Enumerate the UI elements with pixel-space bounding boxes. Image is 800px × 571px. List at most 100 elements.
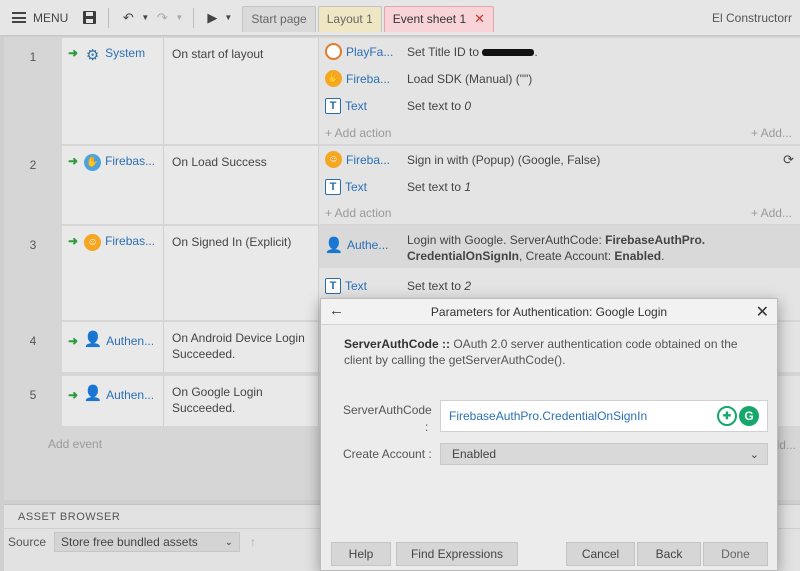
tab-label: Layout 1 (326, 12, 373, 26)
action-row[interactable]: T Text Set text to 1 (319, 173, 800, 200)
tab-label: Event sheet 1 (392, 12, 467, 26)
add-action-link[interactable]: + Add action (325, 126, 391, 140)
done-button[interactable]: Done (703, 542, 768, 566)
arrow-up-icon[interactable]: ↑ (250, 535, 256, 549)
event-number: 5 (29, 388, 37, 402)
action-text: Set Title ID to (407, 44, 483, 59)
add-action-link[interactable]: + Add action (325, 206, 391, 220)
add-more-link[interactable]: + Add... (751, 206, 792, 220)
lightbulb-icon[interactable]: ✚ (717, 406, 737, 426)
save-icon (82, 11, 96, 24)
play-icon: ▶ (207, 9, 218, 25)
server-auth-code-colon: : (425, 420, 429, 434)
back-button[interactable]: Back (637, 542, 701, 566)
project-name: El Constructorr (711, 11, 792, 25)
condition-text[interactable]: On Google Login Succeeded. (164, 376, 318, 426)
action-row[interactable]: ✋ Fireba... Load SDK (Manual) ("") (319, 65, 800, 92)
add-event-link[interactable]: Add event (48, 437, 102, 451)
redo-dropdown[interactable]: ▼ (173, 0, 185, 36)
action-row[interactable]: T Text Set text to 2 (319, 272, 800, 299)
redo-button[interactable]: ↷ (151, 0, 173, 36)
action-text: Load SDK (Manual) ("") (407, 71, 533, 86)
condition-object[interactable]: ➜ 👤 Authen... (62, 322, 164, 372)
event-row-2[interactable]: 2 ➜ ✋ Firebas... On Load Success ☺ Fireba… (4, 146, 800, 224)
action-row[interactable]: PlayFa... Set Title ID to . (319, 38, 800, 65)
action-value: 2 (464, 278, 472, 293)
action-text: Set text to (407, 179, 465, 194)
action-text: Set text to (407, 278, 465, 293)
condition-text[interactable]: On Load Success (164, 146, 318, 224)
condition-object-name: Authen... (106, 334, 155, 348)
condition-object[interactable]: ➜ ✋ Firebas... (62, 146, 164, 224)
add-more-link[interactable]: + Add... (751, 126, 792, 140)
parameters-dialog: ← Parameters for Authentication: Google … (320, 298, 778, 571)
tab-layout-1[interactable]: Layout 1 (317, 5, 382, 32)
source-label: Source (8, 535, 47, 549)
condition-object[interactable]: ➜ ☺ Firebas... (62, 226, 164, 320)
preview-dropdown[interactable]: ▼ (222, 0, 234, 36)
person-lock-icon: 👤 (324, 237, 344, 254)
action-row[interactable]: 👤 Authe... Login with Google. ServerAuthC… (319, 226, 800, 268)
actions-column: PlayFa... Set Title ID to . ✋ Fireba... L… (318, 38, 800, 144)
condition-text[interactable]: On start of layout (164, 38, 318, 144)
server-auth-code-value: FirebaseAuthPro.CredentialOnSignIn (449, 409, 648, 423)
action-row[interactable]: T Text Set text to 0 (319, 92, 800, 119)
action-row[interactable]: ☺ Fireba... Sign in with (Popup) (Google,… (319, 146, 800, 173)
condition-object[interactable]: ➜ 👤 Authen... (62, 376, 164, 426)
trigger-arrow-icon: ➜ (68, 334, 79, 348)
grammarly-icon[interactable]: G (739, 406, 759, 426)
find-expressions-button[interactable]: Find Expressions (396, 542, 518, 566)
help-button[interactable]: Help (331, 542, 391, 566)
action-value: 1 (464, 179, 472, 194)
event-number: 3 (29, 238, 37, 252)
chevron-down-icon: ▼ (175, 13, 184, 22)
cancel-button[interactable]: Cancel (566, 542, 635, 566)
condition-text[interactable]: On Android Device Login Succeeded. (164, 322, 318, 372)
trigger-arrow-icon: ➜ (68, 46, 79, 60)
document-tabs: Start page Layout 1 Event sheet 1 ✕ (242, 0, 496, 36)
chevron-down-icon: ⌄ (749, 448, 759, 461)
dialog-title: Parameters for Authentication: Google Lo… (430, 304, 668, 319)
source-select-value: Store free bundled assets (61, 535, 198, 549)
close-icon[interactable]: ✕ (756, 302, 769, 322)
firebase-auth-icon: ☺ (325, 151, 342, 168)
hamburger-icon (12, 12, 26, 23)
tab-event-sheet-1[interactable]: Event sheet 1 ✕ (383, 5, 495, 32)
event-row-1[interactable]: 1 ➜ ⚙ System On start of layout PlayFa..… (4, 38, 800, 144)
chevron-down-icon: ⌄ (224, 536, 234, 548)
menu-button[interactable]: MENU (0, 0, 78, 36)
create-account-value: Enabled (452, 447, 497, 461)
preview-button[interactable]: ▶ (202, 0, 222, 36)
tab-label: Start page (251, 12, 307, 26)
action-text: Sign in with (Popup) (Google, False) (407, 152, 601, 167)
tab-start-page[interactable]: Start page (242, 5, 316, 32)
person-lock-icon: 👤 (83, 331, 103, 348)
source-select[interactable]: Store free bundled assets ⌄ (54, 532, 241, 552)
server-auth-code-input[interactable]: FirebaseAuthPro.CredentialOnSignIn ✚ G (440, 400, 768, 432)
back-arrow-icon[interactable]: ← (329, 302, 344, 319)
close-tab-icon[interactable]: ✕ (474, 11, 485, 27)
event-number: 1 (29, 50, 37, 64)
action-object-name: Fireba... (346, 71, 391, 86)
history-icon[interactable]: ⟳ (783, 152, 794, 168)
trigger-arrow-icon: ➜ (68, 154, 79, 168)
firebase-icon: ✋ (325, 70, 342, 87)
undo-button[interactable]: ↶ (117, 0, 139, 36)
action-object-name: Text (345, 179, 368, 194)
firebase-icon: ✋ (84, 154, 102, 171)
create-account-select[interactable]: Enabled ⌄ (440, 443, 768, 465)
parameter-description: ServerAuthCode :: OAuth 2.0 server authe… (344, 336, 754, 368)
condition-text[interactable]: On Signed In (Explicit) (164, 226, 318, 320)
undo-dropdown[interactable]: ▼ (139, 0, 151, 36)
main-toolbar: MENU ↶ ▼ ↷ ▼ ▶ ▼ Start page Layout 1 Eve… (0, 0, 800, 36)
grammarly-widget[interactable]: ✚ G (717, 406, 759, 426)
event-number: 2 (29, 158, 37, 172)
undo-icon: ↶ (122, 9, 134, 25)
gear-icon: ⚙ (85, 46, 100, 64)
condition-object[interactable]: ➜ ⚙ System (62, 38, 164, 144)
dialog-titlebar: ← Parameters for Authentication: Google … (321, 299, 777, 325)
action-value: 0 (464, 98, 472, 113)
text-icon: T (325, 277, 341, 294)
trigger-arrow-icon: ➜ (68, 234, 79, 248)
save-button[interactable] (78, 0, 100, 36)
